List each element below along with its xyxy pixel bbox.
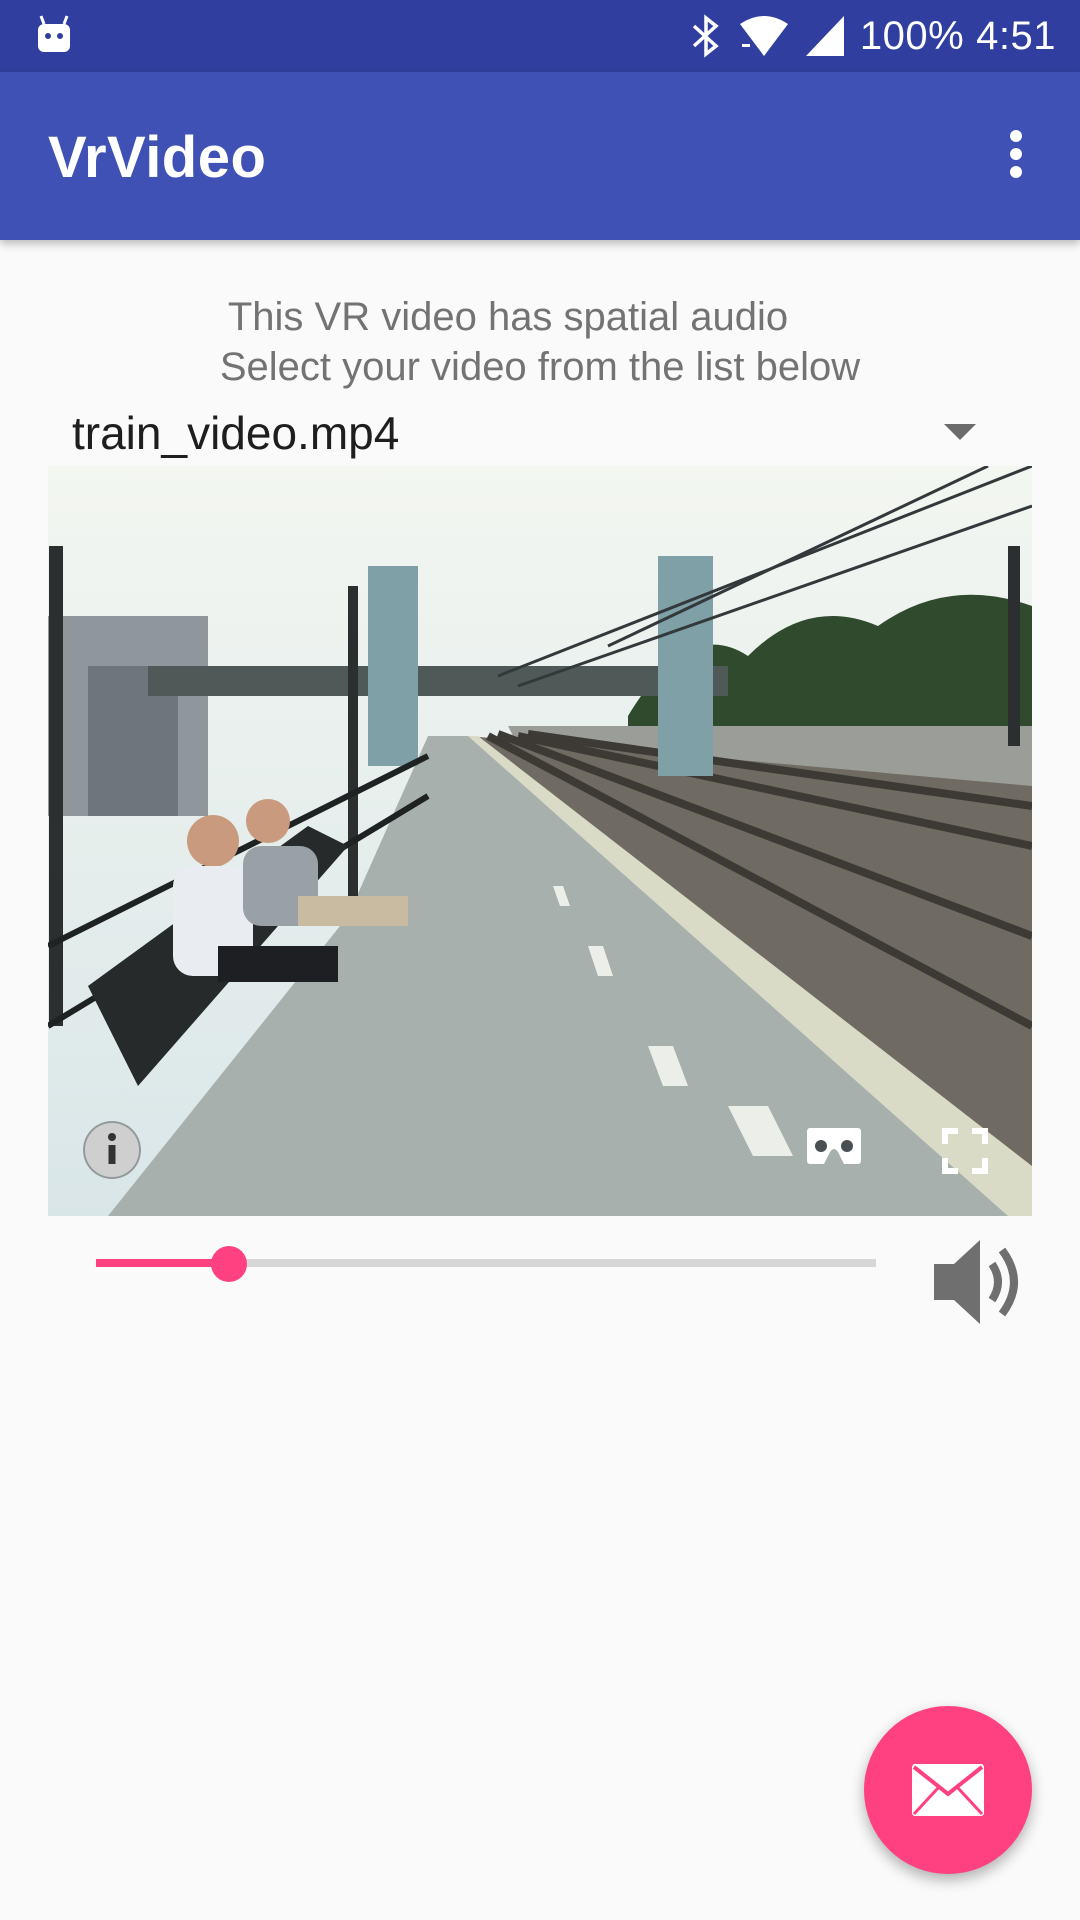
intro-text: This VR video has spatial audio Select y… [0, 292, 1080, 392]
video-seekbar[interactable] [96, 1238, 876, 1288]
bluetooth-icon [692, 14, 719, 58]
status-bar: 100% 4:51 [0, 0, 1080, 72]
app-title: VrVideo [48, 125, 267, 190]
video-frame-image [48, 466, 1032, 1216]
cardboard-icon[interactable] [806, 1126, 862, 1166]
selected-video-name: train_video.mp4 [72, 407, 400, 459]
vr-video-view[interactable] [48, 466, 1032, 1216]
more-vert-icon[interactable] [984, 122, 1048, 186]
select-video-label: Select your video from the list below [219, 345, 861, 389]
seekbar-thumb[interactable] [210, 1246, 247, 1282]
wifi-icon [739, 16, 788, 56]
clock: 4:51 [976, 13, 1056, 58]
send-feedback-fab[interactable] [864, 1706, 1032, 1874]
battery-percentage: 100% [859, 13, 965, 58]
volume-up-icon[interactable] [928, 1234, 1028, 1330]
fullscreen-icon[interactable] [942, 1128, 988, 1174]
app-bar: VrVideo [0, 72, 1080, 240]
video-selector-dropdown[interactable]: train_video.mp4 [72, 400, 992, 470]
mail-icon [912, 1764, 984, 1816]
cell-signal-icon [805, 16, 844, 56]
info-icon[interactable] [82, 1120, 142, 1180]
spatial-audio-label: This VR video has spatial audio [227, 295, 789, 339]
seekbar-progress [96, 1259, 229, 1267]
android-notification-icon [38, 15, 70, 52]
dropdown-arrow-icon [944, 424, 976, 440]
